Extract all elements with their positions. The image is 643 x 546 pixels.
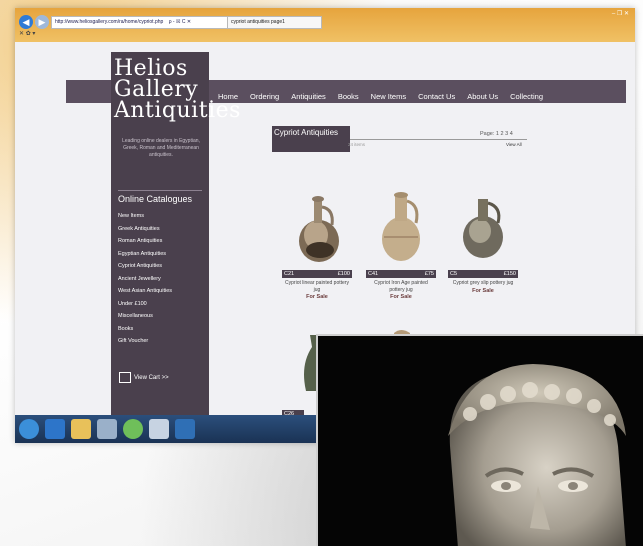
nav-about-us[interactable]: About Us <box>467 92 498 101</box>
document-icon[interactable] <box>97 419 117 439</box>
windows-taskbar <box>15 415 338 443</box>
sidebar-item-cypriot[interactable]: Cypriot Antiquities <box>118 260 172 273</box>
favorites-bar[interactable]: ✕ ✿ ▾ <box>19 30 35 37</box>
browser-toolbar: ◀ ▶ http://www.heliosgallery.com/ra/home… <box>15 8 635 42</box>
product-status: For Sale <box>390 294 412 300</box>
sidebar-item-miscellaneous[interactable]: Miscellaneous <box>118 310 172 323</box>
product-card[interactable]: C5 £150 Cypriot grey slip pottery jug Fo… <box>448 185 518 294</box>
sidebar-item-west-asian[interactable]: West Asian Antiquities <box>118 285 172 298</box>
page-link-3[interactable]: 3 <box>505 131 508 137</box>
pagination: Page: 1 2 3 4 <box>480 131 513 137</box>
folder-icon[interactable] <box>71 419 91 439</box>
app-icon[interactable] <box>175 419 195 439</box>
sidebar-item-under-100[interactable]: Under £100 <box>118 298 172 311</box>
product-price: £75 <box>424 271 434 277</box>
ie-icon[interactable] <box>45 419 65 439</box>
product-status: For Sale <box>472 287 494 294</box>
nav-ordering[interactable]: Ordering <box>250 92 279 101</box>
product-price: £150 <box>503 271 516 277</box>
product-price: £100 <box>337 271 350 277</box>
stone-head-image <box>318 336 643 546</box>
site-tagline: Leading online dealers in Egyptian, Gree… <box>122 138 200 158</box>
window-controls[interactable]: – ❐ ✕ <box>612 10 629 17</box>
product-image-jug[interactable] <box>282 185 352 265</box>
address-bar[interactable]: http://www.heliosgallery.com/ra/home/cyp… <box>51 16 236 29</box>
view-cart-link[interactable]: View Cart >> <box>119 372 169 383</box>
back-icon[interactable]: ◀ <box>19 15 33 29</box>
item-count: 24 items <box>348 142 366 147</box>
product-code: C21 <box>284 271 295 277</box>
product-name[interactable]: Cypriot grey slip pottery jug <box>448 280 518 287</box>
page-link-2[interactable]: 2 <box>501 131 504 137</box>
nav-books[interactable]: Books <box>338 92 359 101</box>
sidebar-item-roman[interactable]: Roman Antiquities <box>118 235 172 248</box>
logo-line-3: Antiquities <box>114 98 241 123</box>
product-price-bar: C5 £150 <box>448 270 518 278</box>
start-orb-icon[interactable] <box>19 419 39 439</box>
product-card[interactable]: C41 £75 Cypriot Iron Age painted pottery… <box>366 185 436 300</box>
catalogue-title: Cypriot Antiquities <box>272 126 350 152</box>
product-price-bar: C21 £100 <box>282 270 352 278</box>
sidebar-item-jewellery[interactable]: Ancient Jewellery <box>118 273 172 286</box>
product-status: For Sale <box>306 294 328 300</box>
sculpture-photo <box>316 334 643 546</box>
sidebar-item-egyptian[interactable]: Egyptian Antiquities <box>118 248 172 261</box>
logo-line-1: Helios <box>114 56 188 81</box>
site-logo[interactable]: Helios Gallery Antiquities <box>114 56 241 123</box>
pager-label: Page: <box>480 131 495 137</box>
nav-antiquities[interactable]: Antiquities <box>291 92 326 101</box>
forward-icon[interactable]: ▶ <box>35 15 49 29</box>
page-link-1[interactable]: 1 <box>496 131 499 137</box>
address-url: http://www.heliosgallery.com/ra/home/cyp… <box>55 19 164 25</box>
page-link-4[interactable]: 4 <box>510 131 513 137</box>
sidebar-item-books[interactable]: Books <box>118 323 172 336</box>
product-name[interactable]: Cypriot Iron Age painted pottery jug <box>366 280 436 293</box>
nav-home[interactable]: Home <box>218 92 238 101</box>
product-code: C5 <box>450 271 458 277</box>
product-card[interactable]: C21 £100 Cypriot linear painted pottery … <box>282 185 352 300</box>
nav-contact-us[interactable]: Contact Us <box>418 92 455 101</box>
product-image-jug[interactable] <box>366 185 436 265</box>
top-navigation: Home Ordering Antiquities Books New Item… <box>218 92 543 101</box>
catalogue-list: New Items Greek Antiquities Roman Antiqu… <box>118 210 172 348</box>
nav-collecting[interactable]: Collecting <box>510 92 543 101</box>
chrome-icon[interactable] <box>123 419 143 439</box>
browser-tab[interactable]: cypriot antiquities page1 <box>227 16 322 29</box>
sidebar-heading: Online Catalogues <box>118 190 202 204</box>
sidebar-item-greek[interactable]: Greek Antiquities <box>118 223 172 236</box>
cart-icon <box>119 372 131 383</box>
product-price-bar: C41 £75 <box>366 270 436 278</box>
product-code: C41 <box>368 271 379 277</box>
address-controls[interactable]: ρ - ☒ C ✕ <box>169 19 191 25</box>
sidebar-item-new-items[interactable]: New Items <box>118 210 172 223</box>
view-all-link[interactable]: View All <box>506 142 522 147</box>
product-image-jug[interactable] <box>448 185 518 265</box>
nav-new-items[interactable]: New Items <box>371 92 406 101</box>
sidebar-item-gift-voucher[interactable]: Gift Voucher <box>118 335 172 348</box>
tool-icon[interactable] <box>149 419 169 439</box>
product-name[interactable]: Cypriot linear painted pottery jug <box>282 280 352 293</box>
view-cart-label: View Cart >> <box>134 374 169 381</box>
